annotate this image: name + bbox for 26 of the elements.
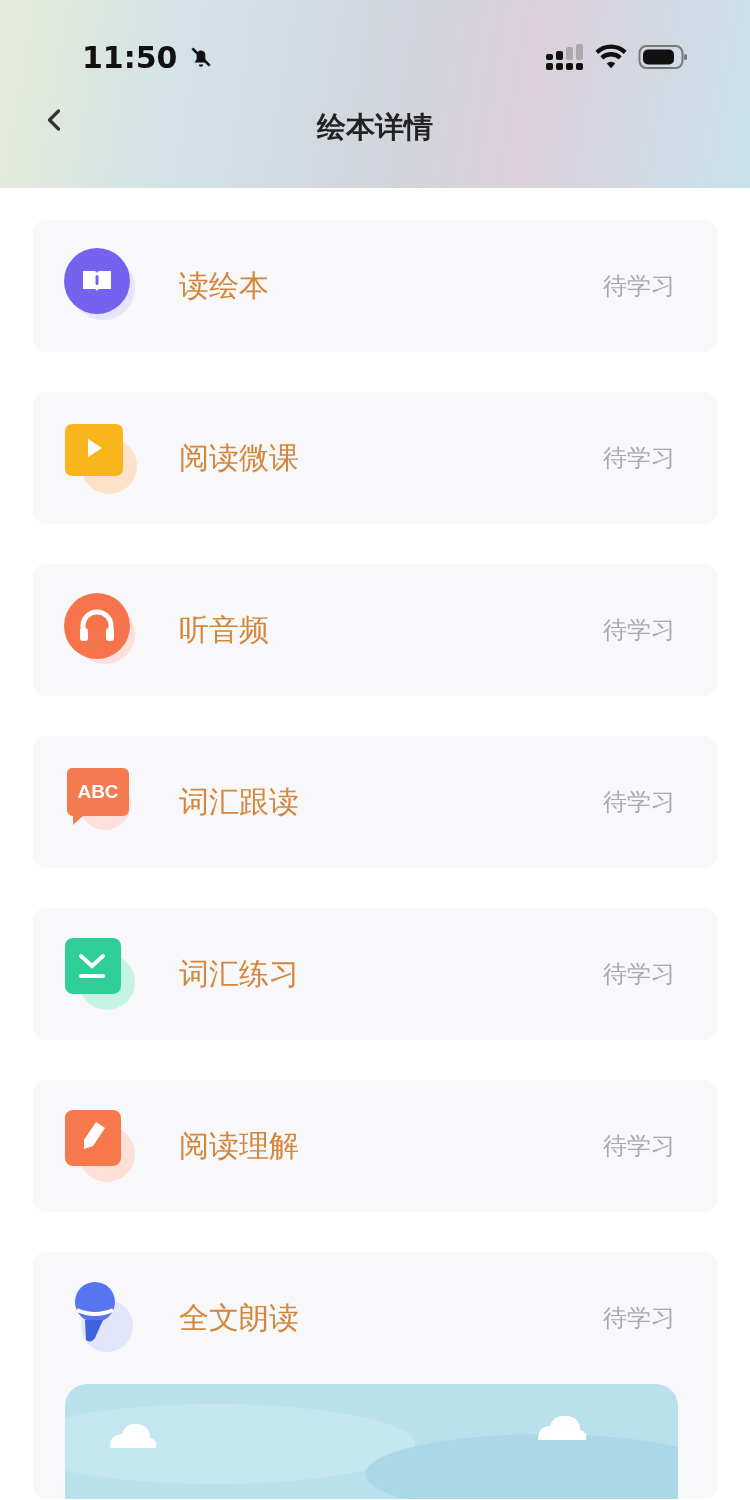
lesson-title: 词汇跟读	[179, 782, 300, 821]
lesson-status: 待学习	[603, 1131, 675, 1162]
lesson-status: 待学习	[603, 787, 675, 818]
lesson-status: 待学习	[603, 1303, 675, 1334]
lesson-title: 听音频	[179, 610, 270, 649]
lesson-card[interactable]: ABC 词汇跟读 待学习	[33, 736, 718, 868]
status-time: 11:50	[82, 39, 178, 75]
lesson-card[interactable]: 全文朗读 待学习	[33, 1252, 718, 1499]
lesson-status: 待学习	[603, 271, 675, 302]
lesson-status: 待学习	[603, 615, 675, 646]
lesson-title: 全文朗读	[179, 1298, 300, 1337]
lesson-card[interactable]: 阅读理解 待学习	[33, 1080, 718, 1212]
page-title: 绘本详情	[317, 109, 433, 146]
lesson-status: 待学习	[603, 443, 675, 474]
lesson-title: 读绘本	[179, 266, 270, 305]
battery-icon	[638, 44, 688, 70]
lesson-title: 阅读微课	[179, 438, 300, 477]
lesson-status: 待学习	[603, 959, 675, 990]
lesson-card[interactable]: 词汇练习 待学习	[33, 908, 718, 1040]
lesson-title: 词汇练习	[179, 954, 300, 993]
lesson-card[interactable]: 读绘本 待学习	[33, 220, 718, 352]
signal-icon	[546, 44, 584, 70]
lesson-title: 阅读理解	[179, 1126, 300, 1165]
wifi-icon	[594, 44, 628, 70]
lesson-card[interactable]: 听音频 待学习	[33, 564, 718, 696]
lesson-card[interactable]: 阅读微课 待学习	[33, 392, 718, 524]
